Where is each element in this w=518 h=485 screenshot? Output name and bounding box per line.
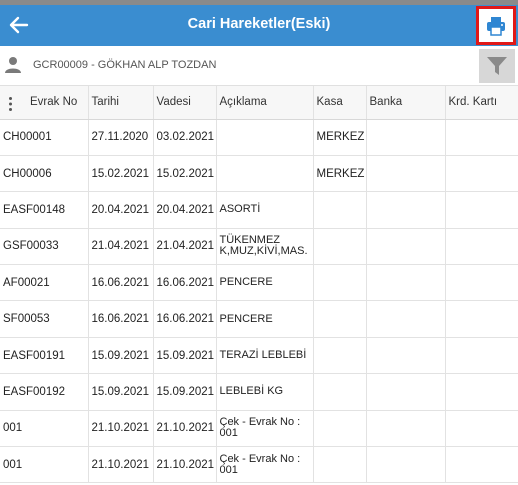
table-row[interactable]: 001 21.10.2021 21.10.2021 Çek - Evrak No… [0,410,518,448]
cell-kasa [313,373,367,411]
table-row[interactable]: 001 21.10.2021 21.10.2021 Çek - Evrak No… [0,446,518,484]
cell-kasa [313,337,367,375]
cell-vadesi: 16.06.2021 [153,300,217,338]
cell-tarihi: 21.10.2021 [88,410,154,448]
cell-evrak-no: 001 [0,410,89,448]
app-bar: Cari Hareketler(Eski) [0,5,518,46]
table-row[interactable]: AF00021 16.06.2021 16.06.2021 PENCERE [0,264,518,302]
cell-kasa [313,410,367,448]
cell-banka [366,446,446,484]
cell-kasa [313,264,367,302]
table-header: Evrak No Tarihi Vadesi Açıklama Kasa Ban… [0,86,518,120]
cell-krd-karti [445,191,518,229]
cell-tarihi: 15.02.2021 [88,155,154,193]
cell-tarihi: 20.04.2021 [88,191,154,229]
column-header-krd-karti[interactable]: Krd. Kartı [445,86,518,120]
table-row[interactable]: CH00001 27.11.2020 03.02.2021 MERKEZ [0,119,518,156]
cell-krd-karti [445,228,518,266]
cell-banka [366,228,446,266]
cell-tarihi: 27.11.2020 [88,119,154,156]
table-row[interactable]: EASF00148 20.04.2021 20.04.2021 ASORTİ [0,191,518,229]
table-row[interactable]: GSF00033 21.04.2021 21.04.2021 TÜKENMEZ … [0,228,518,266]
cell-tarihi: 16.06.2021 [88,300,154,338]
cell-aciklama: TERAZİ LEBLEBİ [216,337,314,375]
print-button[interactable] [476,6,516,45]
cell-evrak-no: CH00006 [0,155,89,193]
cell-krd-karti [445,264,518,302]
cell-evrak-no: GSF00033 [0,228,89,266]
printer-icon [487,17,505,36]
cell-vadesi: 21.10.2021 [153,410,217,448]
cell-vadesi: 15.09.2021 [153,337,217,375]
column-header-vadesi[interactable]: Vadesi [153,86,217,120]
cell-aciklama: PENCERE [216,264,314,302]
cell-aciklama [216,119,314,156]
column-header-evrak-no[interactable]: Evrak No [0,86,89,120]
cell-evrak-no: CH00001 [0,119,89,156]
more-vert-icon[interactable] [9,97,12,111]
table-row[interactable]: CH00006 15.02.2021 15.02.2021 MERKEZ [0,155,518,193]
cell-evrak-no: EASF00148 [0,191,89,229]
cell-tarihi: 21.04.2021 [88,228,154,266]
cell-krd-karti [445,155,518,193]
person-icon [5,57,21,73]
cell-vadesi: 03.02.2021 [153,119,217,156]
column-header-kasa[interactable]: Kasa [313,86,367,120]
cell-krd-karti [445,337,518,375]
cell-banka [366,155,446,193]
cell-aciklama [216,155,314,193]
filter-button[interactable] [479,49,515,83]
cell-vadesi: 21.04.2021 [153,228,217,266]
cell-kasa [313,191,367,229]
column-header-banka[interactable]: Banka [366,86,446,120]
cell-aciklama: LEBLEBİ KG [216,373,314,411]
cell-banka [366,191,446,229]
cell-evrak-no: SF00053 [0,300,89,338]
cell-kasa: MERKEZ [313,119,367,156]
customer-bar: GCR00009 - GÖKHAN ALP TOZDAN [0,46,518,86]
column-header-aciklama[interactable]: Açıklama [216,86,314,120]
page-title: Cari Hareketler(Eski) [187,16,331,32]
table-row[interactable]: EASF00192 15.09.2021 15.09.2021 LEBLEBİ … [0,373,518,411]
cell-vadesi: 21.10.2021 [153,446,217,484]
table-row[interactable]: EASF00191 15.09.2021 15.09.2021 TERAZİ L… [0,337,518,375]
cell-krd-karti [445,446,518,484]
cell-banka [366,410,446,448]
cell-kasa: MERKEZ [313,155,367,193]
cell-banka [366,119,446,156]
cell-vadesi: 15.09.2021 [153,373,217,411]
cell-evrak-no: 001 [0,446,89,484]
cell-krd-karti [445,410,518,448]
cell-kasa [313,446,367,484]
cell-kasa [313,300,367,338]
cell-aciklama: PENCERE [216,300,314,338]
cell-tarihi: 16.06.2021 [88,264,154,302]
cell-kasa [313,228,367,266]
transactions-table: Evrak No Tarihi Vadesi Açıklama Kasa Ban… [0,86,518,484]
cell-aciklama: ASORTİ [216,191,314,229]
cell-tarihi: 15.09.2021 [88,337,154,375]
cell-evrak-no: EASF00191 [0,337,89,375]
cell-krd-karti [445,119,518,156]
cell-banka [366,264,446,302]
cell-evrak-no: AF00021 [0,264,89,302]
cell-banka [366,373,446,411]
table-row[interactable]: SF00053 16.06.2021 16.06.2021 PENCERE [0,300,518,338]
cell-banka [366,300,446,338]
customer-name: GCR00009 - GÖKHAN ALP TOZDAN [33,59,217,71]
filter-icon [487,57,507,75]
cell-tarihi: 21.10.2021 [88,446,154,484]
cell-evrak-no: EASF00192 [0,373,89,411]
cell-banka [366,337,446,375]
cell-tarihi: 15.09.2021 [88,373,154,411]
cell-aciklama: TÜKENMEZ K,MUZ,KİVİ,MAS. [216,228,314,266]
cell-vadesi: 15.02.2021 [153,155,217,193]
cell-aciklama: Çek - Evrak No : 001 [216,446,314,484]
cell-aciklama: Çek - Evrak No : 001 [216,410,314,448]
column-header-tarihi[interactable]: Tarihi [88,86,154,120]
cell-vadesi: 20.04.2021 [153,191,217,229]
cell-vadesi: 16.06.2021 [153,264,217,302]
cell-krd-karti [445,373,518,411]
cell-krd-karti [445,300,518,338]
